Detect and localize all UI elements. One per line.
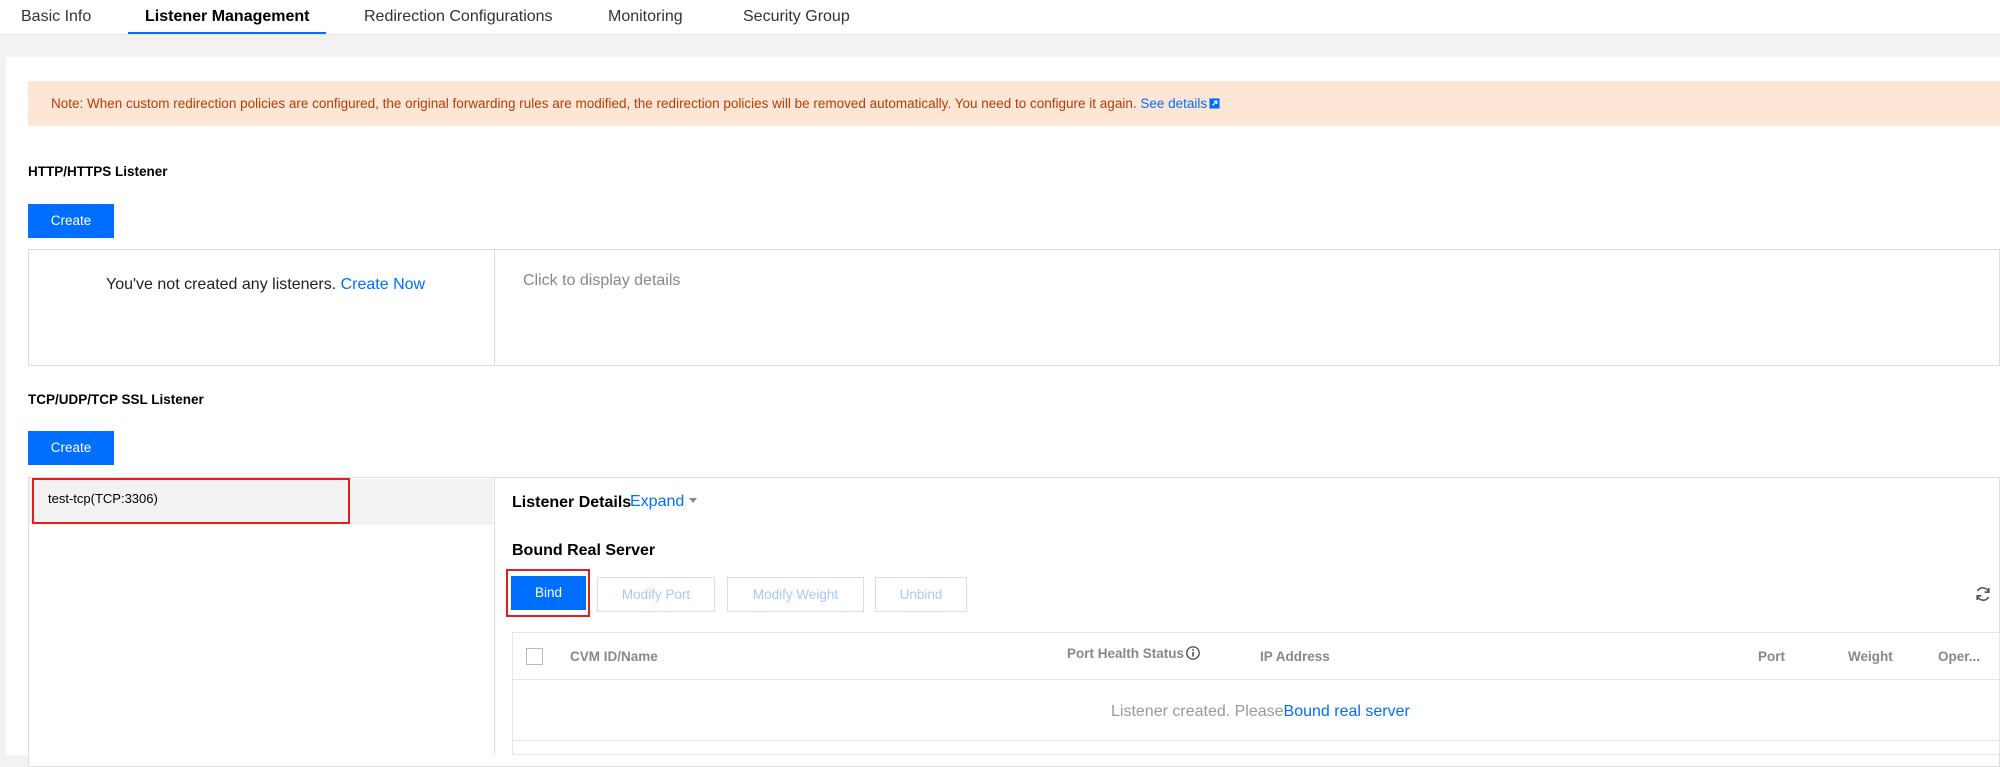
notice-banner: Note: When custom redirection policies a… [28, 81, 2000, 126]
bind-button[interactable]: Bind [511, 576, 586, 610]
table-header: CVM ID/Name Port Health Status IP Addres… [513, 633, 1999, 680]
modify-weight-button[interactable]: Modify Weight [727, 577, 864, 612]
tab-monitoring[interactable]: Monitoring [608, 0, 683, 35]
tab-basic-info[interactable]: Basic Info [21, 0, 91, 35]
tab-listener-management[interactable]: Listener Management [127, 0, 328, 35]
info-icon[interactable] [1186, 646, 1200, 660]
tcp-create-button[interactable]: Create [28, 431, 114, 465]
divider [494, 477, 495, 755]
tcp-listener-title: TCP/UDP/TCP SSL Listener [28, 392, 204, 407]
col-ip-address: IP Address [1260, 649, 1330, 664]
real-server-table: CVM ID/Name Port Health Status IP Addres… [512, 632, 2000, 755]
caret-down-icon [689, 498, 698, 503]
bound-real-server-link[interactable]: Bound real server [1284, 703, 1410, 720]
table-empty-message: Listener created. PleaseBound real serve… [1111, 681, 1410, 743]
col-port: Port [1758, 649, 1785, 664]
create-now-link[interactable]: Create Now [341, 276, 425, 293]
listener-item-label: test-tcp(TCP:3306) [48, 491, 158, 506]
bound-real-server-title: Bound Real Server [512, 542, 656, 559]
refresh-icon[interactable] [1974, 585, 1992, 603]
tab-security-group[interactable]: Security Group [743, 0, 850, 35]
tab-bar: Basic Info Listener Management Redirecti… [0, 0, 2000, 35]
listener-item-test-tcp[interactable]: test-tcp(TCP:3306) [29, 479, 493, 525]
expand-toggle[interactable]: Expand [630, 493, 698, 511]
notice-text: Note: When custom redirection policies a… [51, 96, 1141, 111]
http-create-button[interactable]: Create [28, 204, 114, 238]
external-link-icon [1209, 98, 1220, 109]
table-empty-row: Listener created. PleaseBound real serve… [513, 681, 1999, 741]
unbind-button[interactable]: Unbind [875, 577, 967, 612]
col-operation: Oper... [1938, 649, 1981, 664]
details-placeholder: Click to display details [523, 272, 681, 289]
tab-redirection-configurations[interactable]: Redirection Configurations [364, 0, 553, 35]
divider [494, 249, 495, 366]
http-empty-text: You've not created any listeners. [106, 276, 341, 293]
http-empty-message: You've not created any listeners. Create… [106, 276, 425, 294]
expand-label: Expand [630, 493, 685, 510]
see-details-link[interactable]: See details [1140, 96, 1220, 111]
select-all-checkbox[interactable] [526, 648, 543, 665]
col-weight: Weight [1848, 649, 1893, 664]
listener-details-title: Listener Details [512, 494, 632, 511]
http-listener-box [28, 249, 2000, 366]
col-port-health-status: Port Health Status [1067, 630, 1200, 677]
modify-port-button[interactable]: Modify Port [597, 577, 715, 612]
col-cvm-id-name: CVM ID/Name [570, 649, 658, 664]
table-empty-text: Listener created. Please [1111, 703, 1284, 720]
http-listener-title: HTTP/HTTPS Listener [28, 164, 168, 179]
